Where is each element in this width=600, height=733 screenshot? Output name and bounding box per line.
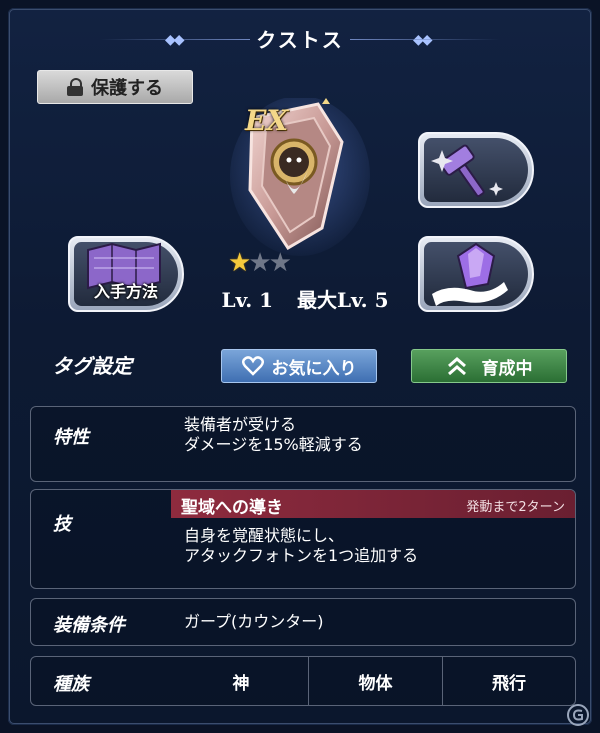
skill-label: 技 [53,514,71,535]
skill-text-line2: アタックフォトンを1つ追加する [184,546,419,565]
level-display: Lv. 1 最大Lv. 5 [0,284,600,313]
favorite-button[interactable]: お気に入り [221,349,377,383]
title-bar: ◆◆ クストス ◆◆ [0,24,600,56]
heart-icon [241,356,264,376]
equip-condition-panel: 装備条件 ガープ(カウンター) [30,598,576,646]
hammer-sparkle-icon [431,144,503,198]
race-value: 物体 [358,673,393,694]
training-button-label: 育成中 [481,358,533,379]
skill-cooldown: 発動まで2ターン [466,500,565,515]
watermark-logo-icon [567,704,589,726]
protect-button-label: 保護する [91,78,163,99]
equip-condition-label: 装備条件 [53,615,125,636]
skill-text-line1: 自身を覚醒状態にし、 [184,526,345,545]
lock-icon [67,78,83,96]
skill-name: 聖域への導き [181,498,283,518]
page-title: クストス [256,28,344,52]
skill-header-bar: 聖域への導き 発動まで2ターン [171,490,575,518]
title-left-ornament: ◆◆ [165,32,184,48]
training-button[interactable]: 育成中 [411,349,567,383]
trait-panel: 特性 装備者が受ける ダメージを15%軽減する [30,406,576,482]
trait-label: 特性 [53,427,89,448]
trait-text-line1: 装備者が受ける [184,415,297,434]
rank-badge: EX [245,104,289,137]
favorite-button-label: お気に入り [271,358,357,379]
equip-condition-value: ガープ(カウンター) [184,612,324,631]
trait-text-line2: ダメージを15%軽減する [184,435,363,454]
title-right-ornament: ◆◆ [413,32,432,48]
forge-button[interactable] [418,132,534,208]
race-value: 飛行 [492,673,526,694]
protect-button[interactable]: 保護する [37,70,193,104]
rarity-stars: ★ ★ ★ [228,248,292,278]
double-chevron-up-icon [447,357,466,376]
level-max: 最大Lv. 5 [296,288,389,312]
skill-panel: 技 聖域への導き 発動まで2ターン 自身を覚醒状態にし、 アタックフォトンを1つ… [30,489,576,589]
tag-settings-label: タグ設定 [52,354,132,378]
title-right-line [350,39,500,40]
race-value: 神 [232,673,250,694]
race-panel: 種族 神 物体 飛行 [30,656,576,706]
race-label: 種族 [53,674,89,695]
level-current: Lv. 1 [221,288,274,312]
star-empty-icon: ★ [268,248,292,278]
